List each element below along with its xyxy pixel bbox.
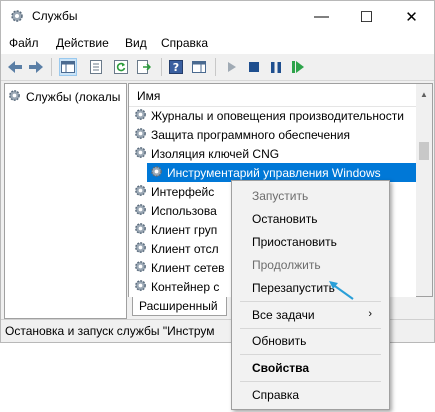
service-name: Клиент сетев	[151, 260, 225, 275]
service-gear-icon	[149, 164, 164, 182]
menu-separator	[240, 354, 381, 355]
menu-bar: Файл Действие Вид Справка	[1, 32, 434, 54]
export-list-icon[interactable]	[135, 58, 153, 76]
menu-help[interactable]: Справка	[161, 36, 208, 50]
menu-action[interactable]: Действие	[56, 36, 109, 50]
service-gear-icon	[133, 259, 148, 277]
service-gear-icon	[133, 183, 148, 201]
tab-extended[interactable]: Расширенный	[132, 297, 227, 316]
context-menu: Запустить Остановить Приостановить Продо…	[231, 180, 390, 410]
pause-service-icon[interactable]	[267, 58, 285, 76]
menu-view[interactable]: Вид	[125, 36, 147, 50]
menu-item-stop[interactable]: Остановить	[252, 212, 318, 226]
service-row[interactable]: Изоляция ключей CNG	[129, 144, 417, 163]
menu-item-pause[interactable]: Приостановить	[252, 235, 337, 249]
vertical-scrollbar[interactable]: ▲	[416, 83, 433, 297]
service-gear-icon	[133, 221, 148, 239]
service-gear-icon	[133, 126, 148, 144]
minimize-button[interactable]: —	[299, 1, 344, 32]
menu-item-resume[interactable]: Продолжить	[252, 258, 321, 272]
column-header-name[interactable]: Имя	[129, 84, 417, 107]
properties-sheet-icon[interactable]	[87, 58, 105, 76]
menu-item-start[interactable]: Запустить	[252, 189, 308, 203]
menu-item-help[interactable]: Справка	[252, 388, 299, 402]
menu-item-all-tasks[interactable]: Все задачи ›	[252, 308, 382, 322]
services-gear-icon	[9, 8, 25, 24]
service-gear-icon	[133, 145, 148, 163]
annotation-arrow-icon	[329, 281, 354, 300]
column-header-label: Имя	[137, 89, 161, 103]
toolbar: ?	[1, 54, 434, 81]
close-button[interactable]: ✕	[389, 1, 434, 32]
menu-item-refresh[interactable]: Обновить	[252, 334, 306, 348]
console-tree-icon[interactable]	[59, 58, 77, 76]
stop-service-icon[interactable]	[245, 58, 263, 76]
service-row[interactable]: Журналы и оповещения производительности	[129, 106, 417, 125]
scroll-up-icon[interactable]: ▲	[420, 90, 428, 99]
action-pane-icon[interactable]	[190, 58, 208, 76]
submenu-chevron-icon: ›	[368, 308, 372, 320]
menu-item-properties[interactable]: Свойства	[252, 361, 309, 375]
services-gear-icon	[7, 88, 22, 106]
start-service-icon[interactable]	[223, 58, 241, 76]
service-row[interactable]: Защита программного обеспечения	[129, 125, 417, 144]
service-gear-icon	[133, 240, 148, 258]
service-name: Инструментарий управления Windows	[167, 165, 381, 180]
service-name: Использова	[151, 203, 217, 218]
menu-item-restart[interactable]: Перезапустить	[252, 281, 335, 295]
refresh-icon[interactable]	[112, 58, 130, 76]
service-name: Интерфейс	[151, 184, 215, 199]
service-name: Клиент груп	[151, 222, 218, 237]
console-tree: Службы (локалы	[4, 83, 127, 319]
service-gear-icon	[133, 107, 148, 125]
service-name: Журналы и оповещения производительности	[151, 108, 404, 123]
service-gear-icon	[133, 202, 148, 220]
scroll-thumb[interactable]	[419, 142, 429, 160]
svg-text:?: ?	[173, 61, 179, 74]
service-name: Контейнер с	[151, 279, 220, 294]
tree-item-services-local[interactable]: Службы (локалы	[7, 88, 120, 106]
status-text: Остановка и запуск службы "Инструм	[5, 324, 215, 338]
help-icon[interactable]: ?	[167, 58, 185, 76]
menu-separator	[240, 301, 381, 302]
tree-item-label: Службы (локалы	[26, 90, 121, 104]
restart-service-icon[interactable]	[289, 58, 307, 76]
service-name: Клиент отсл	[151, 241, 219, 256]
menu-file[interactable]: Файл	[9, 36, 39, 50]
menu-separator	[240, 328, 381, 329]
title-bar: Службы — ☐ ✕	[1, 1, 434, 32]
forward-arrow-icon[interactable]	[27, 58, 45, 76]
window-title: Службы	[32, 9, 78, 23]
menu-separator	[240, 381, 381, 382]
service-name: Защита программного обеспечения	[151, 127, 350, 142]
menu-item-all-tasks-label: Все задачи	[252, 308, 315, 322]
back-arrow-icon[interactable]	[6, 58, 24, 76]
service-name: Изоляция ключей CNG	[151, 146, 280, 161]
maximize-button[interactable]: ☐	[344, 1, 389, 32]
service-gear-icon	[133, 278, 148, 296]
